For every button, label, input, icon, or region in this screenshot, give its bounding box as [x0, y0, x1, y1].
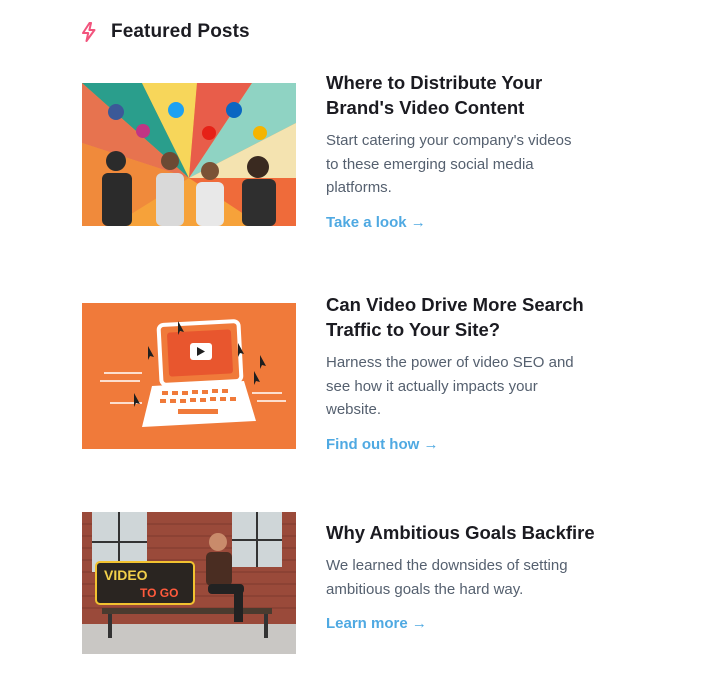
learn-more-link[interactable]: Learn more → — [326, 615, 427, 632]
post-title[interactable]: Where to Distribute Your Brand's Video Co… — [326, 70, 616, 120]
post-text: Can Video Drive More Search Traffic to Yo… — [326, 292, 616, 454]
post-title[interactable]: Can Video Drive More Search Traffic to Yo… — [326, 292, 616, 342]
neon-sign-line-2: TO GO — [140, 586, 178, 600]
post-description: Start catering your company's videos to t… — [326, 132, 572, 196]
neon-sign-line-1: VIDEO — [104, 567, 148, 583]
post-text: Where to Distribute Your Brand's Video Co… — [326, 70, 616, 232]
post-text: Why Ambitious Goals Backfire We learned … — [326, 520, 616, 633]
post-title[interactable]: Why Ambitious Goals Backfire — [326, 520, 616, 545]
post-thumbnail-ambitious-goals[interactable]: VIDEO TO GO — [82, 512, 296, 654]
post-thumbnail-video-seo[interactable] — [82, 303, 296, 449]
post-description: We learned the downsides of setting ambit… — [326, 557, 568, 598]
find-out-how-link[interactable]: Find out how → — [326, 436, 438, 453]
post-description: Harness the power of video SEO and see ho… — [326, 354, 574, 418]
lightning-bolt-icon — [82, 22, 96, 42]
featured-posts-header: Featured Posts — [80, 20, 250, 44]
page-title: Featured Posts — [111, 21, 250, 42]
post-thumbnail-social-media[interactable] — [82, 83, 296, 226]
take-a-look-link[interactable]: Take a look → — [326, 214, 426, 231]
